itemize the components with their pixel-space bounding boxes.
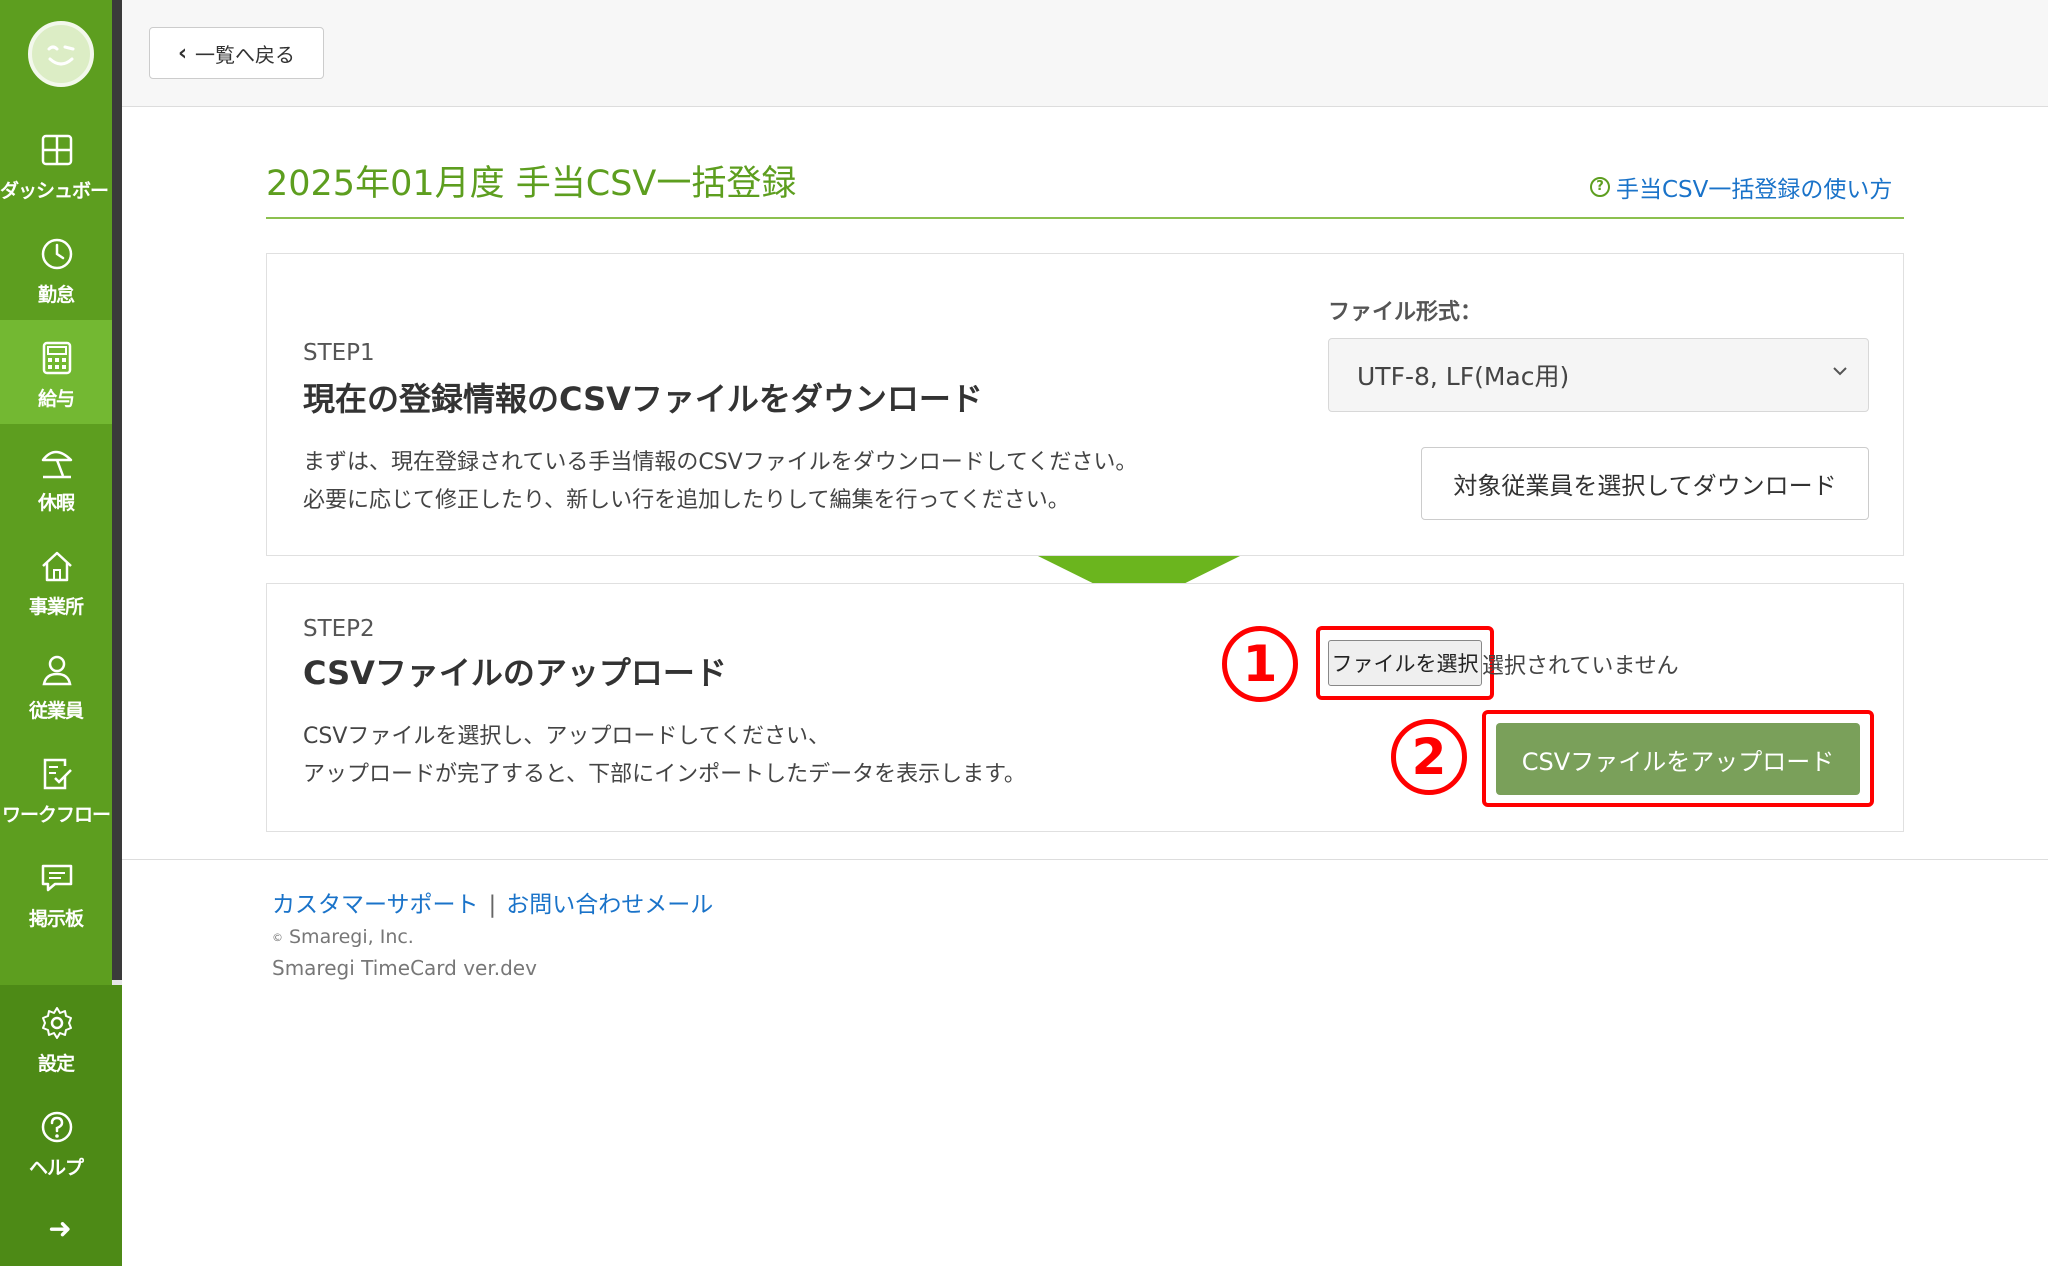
sidebar-item-label: 給与 [37,388,75,410]
expand-arrow-icon[interactable]: ➜ [44,1215,76,1243]
sidebar-item-dashboard[interactable]: ダッシュボード [0,112,127,216]
chevron-down-icon [1833,367,1847,376]
step1-title: 現在の登録情報のCSVファイルをダウンロード [303,380,983,418]
sidebar-item-label: ヘルプ [28,1157,84,1179]
step2-panel: STEP2 CSVファイルのアップロード CSVファイルを選択し、アップロードし… [266,583,1904,832]
sidebar-item-payroll[interactable]: 給与 [0,320,112,424]
chevron-left-icon: ‹ [177,40,188,66]
title-divider [266,217,1904,219]
beach-umbrella-icon [41,450,73,479]
smiley-logo-icon[interactable] [28,21,94,87]
sidebar-scrollbar[interactable] [112,0,122,980]
clock-icon [41,238,73,270]
step2-label: STEP2 [303,616,375,642]
choose-file-button[interactable]: ファイルを選択 [1328,640,1482,686]
dashboard-icon [41,134,73,166]
question-circle-icon: ? [1590,177,1610,197]
sidebar-item-label: 設定 [37,1053,75,1075]
sidebar-item-label: ダッシュボード [0,180,127,202]
sidebar-item-label: 勤怠 [37,284,75,306]
sidebar-item-attendance[interactable]: 勤怠 [0,216,112,320]
checklist-icon [43,758,72,790]
step1-desc-line1: まずは、現在登録されている手当情報のCSVファイルをダウンロードしてください。 [303,450,1138,475]
no-file-selected-text: 選択されていません [1482,654,1679,679]
back-to-list-label: 一覧へ戻る [195,42,296,67]
sidebar-item-board[interactable]: 掲示板 [0,840,112,944]
help-link[interactable]: ? 手当CSV一括登録の使い方 [1590,170,1892,204]
sidebar-item-label: 休暇 [37,492,75,514]
sidebar-item-label: 掲示板 [28,908,84,930]
file-format-label: ファイル形式： [1328,300,1483,325]
top-bar [122,0,2048,107]
footer-links: カスタマーサポート | お問い合わせメール [272,885,713,919]
version-text: Smaregi TimeCard ver.dev [272,956,537,980]
file-format-value: UTF-8, LF(Mac用) [1357,362,1570,391]
sidebar-item-office[interactable]: 事業所 [0,528,112,632]
copyright-symbol: © [272,931,283,944]
footer-separator: | [488,892,497,918]
person-icon [42,655,72,686]
contact-email-link[interactable]: お問い合わせメール [506,892,713,918]
sidebar-item-workflow[interactable]: ワークフロー [0,736,112,840]
sidebar-item-leave[interactable]: 休暇 [0,424,112,528]
sidebar-item-label: 事業所 [28,596,84,618]
sidebar-item-settings[interactable]: 設定 [0,985,112,1089]
copyright-text: Smaregi, Inc. [289,926,414,948]
upload-csv-button[interactable]: CSVファイルをアップロード [1496,723,1860,795]
sidebar-item-help[interactable]: ヘルプ [0,1089,112,1193]
sidebar-item-label: 従業員 [28,700,84,722]
page-title: 2025年01月度 手当CSV一括登録 [266,164,797,204]
step2-title: CSVファイルのアップロード [303,654,727,692]
calculator-icon [42,341,72,375]
annotation-marker-2: 2 [1391,719,1467,795]
help-link-label: 手当CSV一括登録の使い方 [1616,177,1893,203]
step2-desc-line2: アップロードが完了すると、下部にインポートしたデータを表示します。 [303,762,1026,787]
annotation-marker-1: 1 [1222,626,1298,702]
question-circle-icon [41,1111,73,1143]
home-icon [42,551,72,582]
back-to-list-button[interactable]: ‹ 一覧へ戻る [149,27,324,79]
select-employees-download-button[interactable]: 対象従業員を選択してダウンロード [1421,447,1869,520]
message-board-icon [41,864,73,892]
footer-divider [122,859,2048,860]
step2-desc-line1: CSVファイルを選択し、アップロードしてください、 [303,724,831,749]
gear-icon [42,1007,72,1039]
step1-panel: STEP1 現在の登録情報のCSVファイルをダウンロード まずは、現在登録されて… [266,253,1904,556]
sidebar-item-employees[interactable]: 従業員 [0,632,112,736]
step1-desc-line2: 必要に応じて修正したり、新しい行を追加したりして編集を行ってください。 [303,488,1070,513]
file-format-select[interactable]: UTF-8, LF(Mac用) [1328,338,1869,412]
step1-label: STEP1 [303,340,375,366]
copyright: © Smaregi, Inc. [272,926,414,948]
customer-support-link[interactable]: カスタマーサポート [272,892,479,918]
sidebar-item-label: ワークフロー [1,804,111,826]
